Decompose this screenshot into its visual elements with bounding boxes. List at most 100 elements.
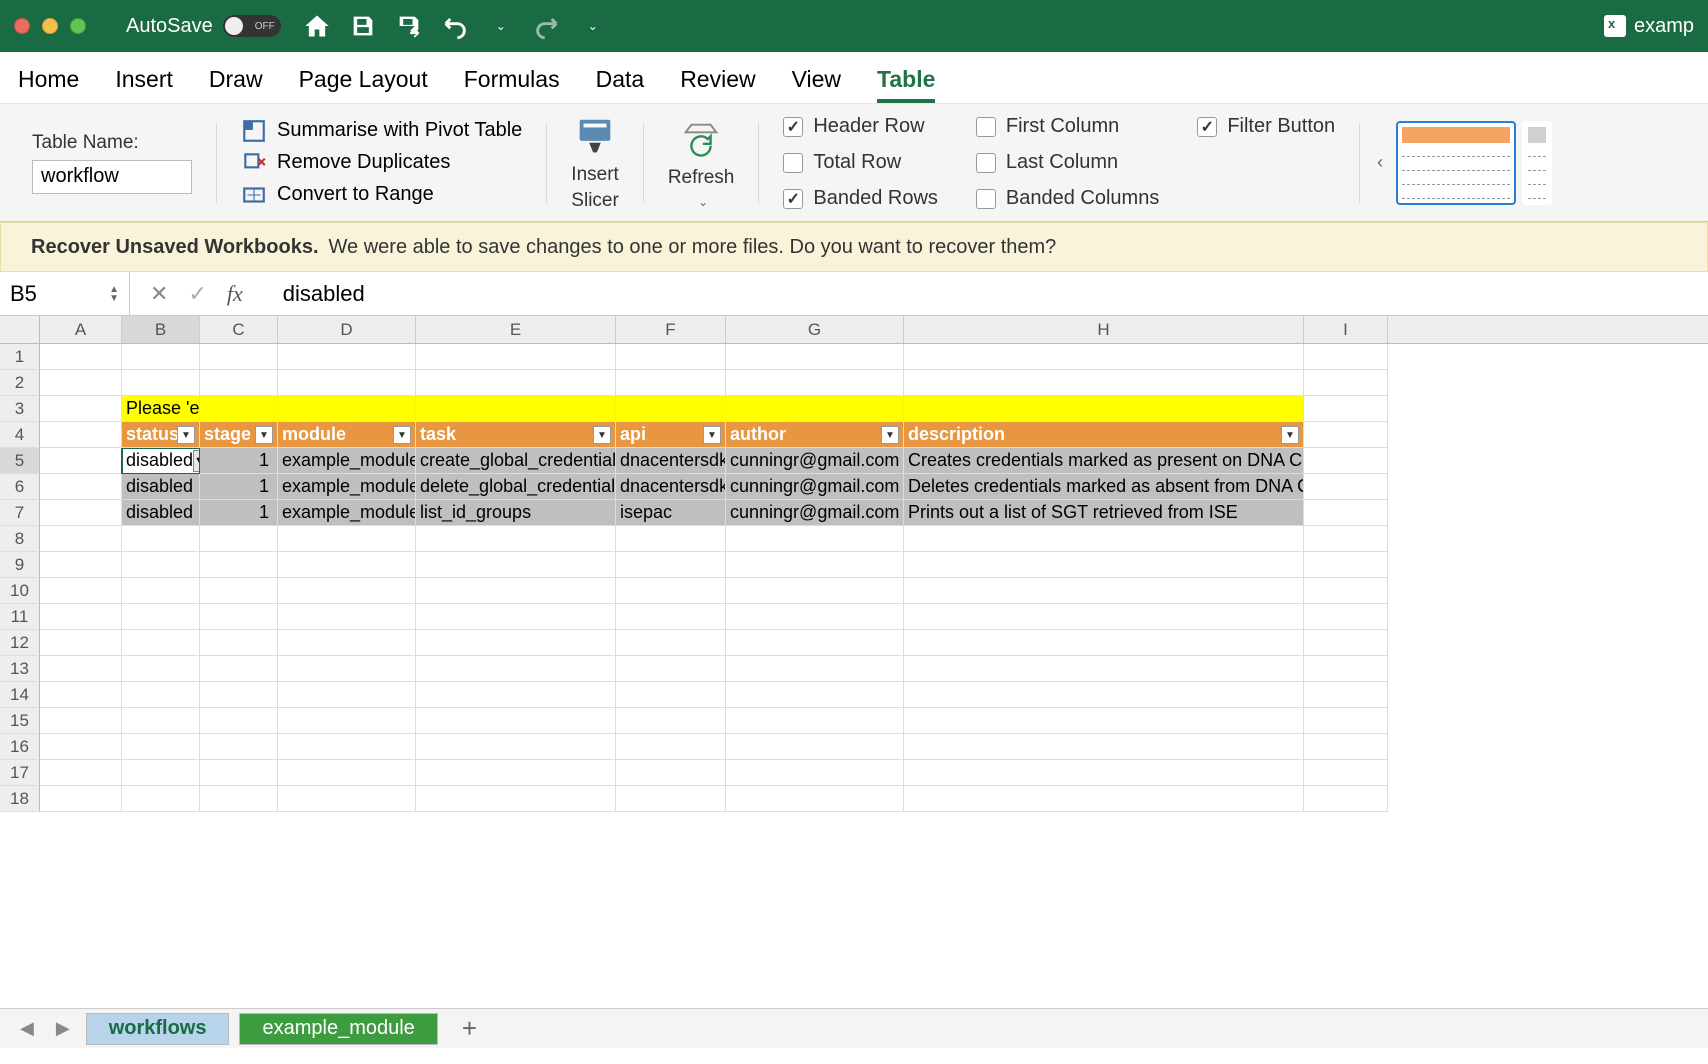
filter-icon: ▼ [1281,426,1299,444]
row-header-10[interactable]: 10 [0,578,40,604]
confirm-edit-icon[interactable]: ✓ [188,281,206,307]
tab-home[interactable]: Home [18,66,79,103]
minimize-window-icon[interactable] [42,18,58,34]
table-style-thumb-2[interactable] [1522,121,1552,205]
save-icon[interactable] [349,12,377,40]
spreadsheet-grid[interactable]: A B C D E F G H I 1 2 3 Please 'enable' t… [0,316,1708,1008]
title-right: examp [1604,15,1694,38]
col-header-B[interactable]: B [122,316,200,343]
th-module[interactable]: module▼ [278,422,416,448]
dropdown-icon[interactable]: ▼ [193,450,200,472]
qat-customize-icon[interactable]: ⌄ [579,12,607,40]
first-column-checkbox[interactable]: First Column [976,112,1159,142]
group-table-name: Table Name: [18,110,206,215]
tab-view[interactable]: View [792,66,841,103]
select-all-corner[interactable] [0,316,40,343]
tab-page-layout[interactable]: Page Layout [299,66,428,103]
filter-icon: ▼ [593,426,611,444]
row-header-15[interactable]: 15 [0,708,40,734]
convert-to-range-button[interactable]: Convert to Range [241,182,522,208]
col-header-H[interactable]: H [904,316,1304,343]
col-header-G[interactable]: G [726,316,904,343]
row-header-3[interactable]: 3 [0,396,40,422]
filter-button-checkbox[interactable]: Filter Button [1197,112,1335,142]
home-icon[interactable] [303,12,331,40]
th-stage[interactable]: stage▼ [200,422,278,448]
tab-table[interactable]: Table [877,66,935,103]
recovery-bar[interactable]: Recover Unsaved Workbooks. We were able … [0,222,1708,272]
insert-slicer-button[interactable]: Insert Slicer [571,114,619,212]
sheet-nav-next-icon[interactable]: ▶ [50,1018,76,1039]
formula-input[interactable] [275,281,1708,307]
table-name-input[interactable] [32,160,192,194]
filter-icon: ▼ [177,426,195,444]
row-header-4[interactable]: 4 [0,422,40,448]
tab-insert[interactable]: Insert [115,66,173,103]
th-description[interactable]: description▼ [904,422,1304,448]
namebox-spinner-icon[interactable]: ▲▼ [109,285,119,303]
col-header-C[interactable]: C [200,316,278,343]
pivot-button[interactable]: Summarise with Pivot Table [241,118,522,144]
maximize-window-icon[interactable] [70,18,86,34]
refresh-dropdown-icon[interactable]: ⌄ [698,195,708,209]
row-header-12[interactable]: 12 [0,630,40,656]
row-header-2[interactable]: 2 [0,370,40,396]
redo-icon[interactable] [533,12,561,40]
banded-rows-checkbox[interactable]: Banded Rows [783,184,938,214]
ribbon: Table Name: Summarise with Pivot Table R… [0,104,1708,222]
group-style-options-3: Filter Button x x [1183,110,1349,215]
tab-review[interactable]: Review [680,66,755,103]
banded-columns-checkbox[interactable]: Banded Columns [976,184,1159,214]
save-as-icon[interactable] [395,12,423,40]
close-window-icon[interactable] [14,18,30,34]
tab-draw[interactable]: Draw [209,66,263,103]
styles-prev-icon[interactable]: ‹ [1370,152,1390,173]
col-header-E[interactable]: E [416,316,616,343]
col-header-A[interactable]: A [40,316,122,343]
refresh-button[interactable]: Refresh [668,117,735,189]
instruction-cell[interactable]: Please 'enable' the required workflow ta… [122,396,200,422]
sheet-tab-bar: ◀ ▶ workflows example_module + [0,1008,1708,1048]
undo-dropdown-icon[interactable]: ⌄ [487,12,515,40]
row-header-1[interactable]: 1 [0,344,40,370]
remove-duplicates-button[interactable]: Remove Duplicates [241,150,522,176]
fx-icon[interactable]: fx [227,281,243,307]
col-header-I[interactable]: I [1304,316,1388,343]
th-task[interactable]: task▼ [416,422,616,448]
total-row-checkbox[interactable]: Total Row [783,148,938,178]
autosave-toggle[interactable]: AutoSave OFF [126,15,281,38]
header-row-checkbox[interactable]: Header Row [783,112,938,142]
row-header-6[interactable]: 6 [0,474,40,500]
tab-data[interactable]: Data [596,66,645,103]
col-header-D[interactable]: D [278,316,416,343]
excel-file-icon [1604,15,1626,37]
sheet-tab-example-module[interactable]: example_module [239,1013,437,1045]
row-header-11[interactable]: 11 [0,604,40,630]
add-sheet-icon[interactable]: + [448,1013,491,1044]
cancel-edit-icon[interactable]: ✕ [150,281,168,307]
table-style-thumb-1[interactable] [1396,121,1516,205]
row-header-8[interactable]: 8 [0,526,40,552]
row-header-13[interactable]: 13 [0,656,40,682]
row-header-7[interactable]: 7 [0,500,40,526]
table-styles-gallery[interactable]: ‹ [1370,121,1552,205]
last-column-checkbox[interactable]: Last Column [976,148,1159,178]
tab-formulas[interactable]: Formulas [464,66,560,103]
row-header-17[interactable]: 17 [0,760,40,786]
th-status[interactable]: status▼ [122,422,200,448]
th-api[interactable]: api▼ [616,422,726,448]
filter-icon: ▼ [393,426,411,444]
row-header-16[interactable]: 16 [0,734,40,760]
sheet-nav-prev-icon[interactable]: ◀ [14,1018,40,1039]
selected-cell[interactable]: disabled▼ [122,448,200,474]
row-header-5[interactable]: 5 [0,448,40,474]
col-header-F[interactable]: F [616,316,726,343]
row-header-18[interactable]: 18 [0,786,40,812]
undo-icon[interactable] [441,12,469,40]
row-header-9[interactable]: 9 [0,552,40,578]
row-header-14[interactable]: 14 [0,682,40,708]
name-box[interactable]: B5 ▲▼ [0,272,130,315]
th-author[interactable]: author▼ [726,422,904,448]
titlebar: AutoSave OFF ⌄ ⌄ examp [0,0,1708,52]
sheet-tab-workflows[interactable]: workflows [86,1013,230,1045]
